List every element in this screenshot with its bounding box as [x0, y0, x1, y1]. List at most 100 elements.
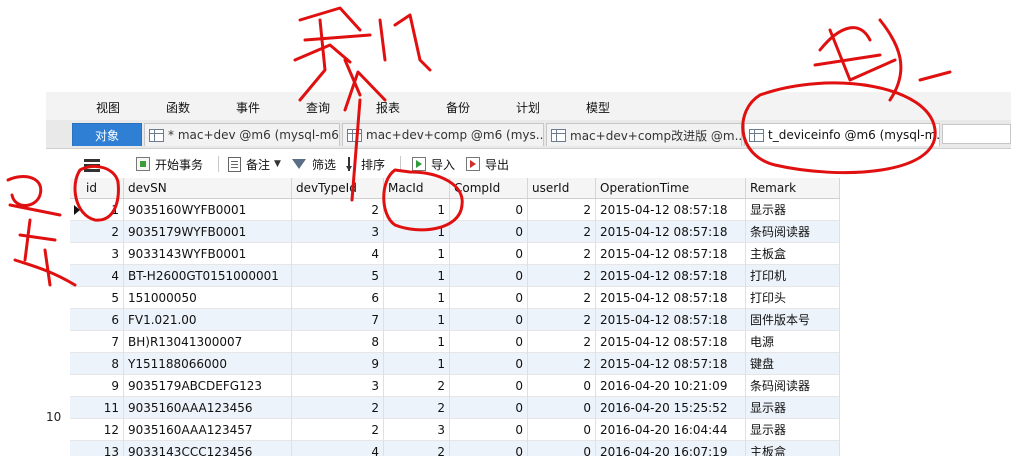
table-row[interactable]: 13 9033143CCC123456 4 2 0 0 2016-04-20 16:07:1… — [70, 441, 840, 456]
column-header-macid[interactable]: MacId — [384, 178, 450, 198]
cell-id[interactable]: 6 — [70, 309, 124, 331]
tab-query-mac-dev-comp[interactable]: mac+dev+comp @m6 (mys... — [342, 123, 544, 146]
cell-devtypeid[interactable]: 8 — [292, 331, 384, 353]
menu-functions[interactable]: 函数 — [166, 99, 190, 116]
cell-userid[interactable]: 0 — [528, 441, 596, 456]
cell-id[interactable]: 1 — [70, 199, 124, 221]
cell-remark[interactable]: 显示器 — [746, 397, 840, 419]
table-row[interactable]: 1 9035160WYFB0001 2 1 0 2 2015-04-12 08:57:18 显… — [70, 199, 840, 221]
cell-devtypeid[interactable]: 4 — [292, 441, 384, 456]
cell-userid[interactable]: 2 — [528, 199, 596, 221]
cell-remark[interactable]: 固件版本号 — [746, 309, 840, 331]
cell-devsn[interactable]: 9033143WYFB0001 — [124, 243, 292, 265]
cell-macid[interactable]: 2 — [384, 375, 450, 397]
table-row[interactable]: 12 9035160AAA123457 2 3 0 0 2016-04-20 16:04:4… — [70, 419, 840, 441]
sort-button[interactable]: 排序 — [346, 155, 385, 173]
cell-id[interactable]: 8 — [70, 353, 124, 375]
table-row[interactable]: 5 151000050 6 1 0 2 2015-04-12 08:57:18 打印头 — [70, 287, 840, 309]
cell-operationtime[interactable]: 2016-04-20 10:21:09 — [596, 375, 746, 397]
hamburger-button[interactable] — [84, 155, 105, 173]
cell-devsn[interactable]: FV1.021.00 — [124, 309, 292, 331]
cell-userid[interactable]: 2 — [528, 221, 596, 243]
cell-devtypeid[interactable]: 5 — [292, 265, 384, 287]
column-header-remark[interactable]: Remark — [746, 178, 840, 198]
menu-model[interactable]: 模型 — [586, 99, 610, 116]
data-grid[interactable]: id devSN devTypeId MacId CompId userId Operati… — [70, 178, 840, 456]
memo-button[interactable]: 备注 ▼ — [228, 155, 281, 173]
cell-macid[interactable]: 1 — [384, 309, 450, 331]
cell-compid[interactable]: 0 — [450, 243, 528, 265]
column-header-userid[interactable]: userId — [528, 178, 596, 198]
cell-operationtime[interactable]: 2015-04-12 08:57:18 — [596, 243, 746, 265]
cell-devsn[interactable]: 9035179ABCDEFG123 — [124, 375, 292, 397]
cell-operationtime[interactable]: 2015-04-12 08:57:18 — [596, 287, 746, 309]
cell-remark[interactable]: 键盘 — [746, 353, 840, 375]
cell-id[interactable]: 13 — [70, 441, 124, 456]
cell-id[interactable]: 12 — [70, 419, 124, 441]
cell-macid[interactable]: 1 — [384, 199, 450, 221]
cell-macid[interactable]: 1 — [384, 353, 450, 375]
begin-transaction-button[interactable]: 开始事务 — [136, 155, 203, 173]
cell-userid[interactable]: 2 — [528, 353, 596, 375]
cell-compid[interactable]: 0 — [450, 265, 528, 287]
cell-remark[interactable]: 条码阅读器 — [746, 375, 840, 397]
table-row[interactable]: 6 FV1.021.00 7 1 0 2 2015-04-12 08:57:18 固件版本号 — [70, 309, 840, 331]
cell-devtypeid[interactable]: 6 — [292, 287, 384, 309]
cell-devtypeid[interactable]: 7 — [292, 309, 384, 331]
cell-id[interactable]: 7 — [70, 331, 124, 353]
cell-compid[interactable]: 0 — [450, 353, 528, 375]
cell-remark[interactable]: 电源 — [746, 331, 840, 353]
cell-id[interactable]: 11 — [70, 397, 124, 419]
import-button[interactable]: 导入 — [412, 155, 455, 173]
table-row[interactable]: 7 BH)R13041300007 8 1 0 2 2015-04-12 08:57:18 电… — [70, 331, 840, 353]
menu-view[interactable]: 视图 — [96, 99, 120, 116]
cell-compid[interactable]: 0 — [450, 221, 528, 243]
cell-remark[interactable]: 显示器 — [746, 419, 840, 441]
table-row[interactable]: 2 9035179WYFB0001 3 1 0 2 2015-04-12 08:57:18 条… — [70, 221, 840, 243]
menu-reports[interactable]: 报表 — [376, 99, 400, 116]
cell-macid[interactable]: 1 — [384, 265, 450, 287]
cell-userid[interactable]: 2 — [528, 309, 596, 331]
cell-devsn[interactable]: Y151188066000 — [124, 353, 292, 375]
cell-id[interactable]: 5 — [70, 287, 124, 309]
filter-button[interactable]: 筛选 — [292, 155, 336, 173]
cell-userid[interactable]: 0 — [528, 375, 596, 397]
cell-compid[interactable]: 0 — [450, 199, 528, 221]
cell-operationtime[interactable]: 2016-04-20 15:25:52 — [596, 397, 746, 419]
table-row[interactable]: 8 Y151188066000 9 1 0 2 2015-04-12 08:57:18 键盘 — [70, 353, 840, 375]
cell-userid[interactable]: 0 — [528, 419, 596, 441]
cell-operationtime[interactable]: 2015-04-12 08:57:18 — [596, 221, 746, 243]
cell-compid[interactable]: 0 — [450, 419, 528, 441]
tab-query-improved[interactable]: mac+dev+comp改进版 @m... — [546, 123, 742, 146]
menu-backup[interactable]: 备份 — [446, 99, 470, 116]
table-row[interactable]: 3 9033143WYFB0001 4 1 0 2 2015-04-12 08:57:18 主… — [70, 243, 840, 265]
table-row[interactable]: 9 9035179ABCDEFG123 3 2 0 0 2016-04-20 10:21:0… — [70, 375, 840, 397]
cell-operationtime[interactable]: 2015-04-12 08:57:18 — [596, 265, 746, 287]
cell-operationtime[interactable]: 2015-04-12 08:57:18 — [596, 331, 746, 353]
cell-remark[interactable]: 打印头 — [746, 287, 840, 309]
column-header-operationtime[interactable]: OperationTime — [596, 178, 746, 198]
cell-macid[interactable]: 2 — [384, 441, 450, 456]
cell-userid[interactable]: 2 — [528, 243, 596, 265]
cell-devsn[interactable]: BT-H2600GT0151000001 — [124, 265, 292, 287]
cell-macid[interactable]: 1 — [384, 287, 450, 309]
cell-compid[interactable]: 0 — [450, 375, 528, 397]
cell-id[interactable]: 4 — [70, 265, 124, 287]
cell-devsn[interactable]: BH)R13041300007 — [124, 331, 292, 353]
cell-devtypeid[interactable]: 4 — [292, 243, 384, 265]
cell-id[interactable]: 2 — [70, 221, 124, 243]
cell-remark[interactable]: 打印机 — [746, 265, 840, 287]
cell-id[interactable]: 3 — [70, 243, 124, 265]
cell-compid[interactable]: 0 — [450, 397, 528, 419]
cell-compid[interactable]: 0 — [450, 441, 528, 456]
cell-operationtime[interactable]: 2015-04-12 08:57:18 — [596, 199, 746, 221]
cell-remark[interactable]: 主板盒 — [746, 243, 840, 265]
cell-devsn[interactable]: 9035160WYFB0001 — [124, 199, 292, 221]
tab-t-deviceinfo[interactable]: t_deviceinfo @m6 (mysql-m... — [744, 123, 940, 146]
cell-devtypeid[interactable]: 3 — [292, 221, 384, 243]
menu-query[interactable]: 查询 — [306, 99, 330, 116]
cell-userid[interactable]: 2 — [528, 265, 596, 287]
column-header-id[interactable]: id — [70, 178, 124, 198]
table-row[interactable]: 4 BT-H2600GT0151000001 5 1 0 2 2015-04-12 08:5… — [70, 265, 840, 287]
cell-remark[interactable]: 显示器 — [746, 199, 840, 221]
